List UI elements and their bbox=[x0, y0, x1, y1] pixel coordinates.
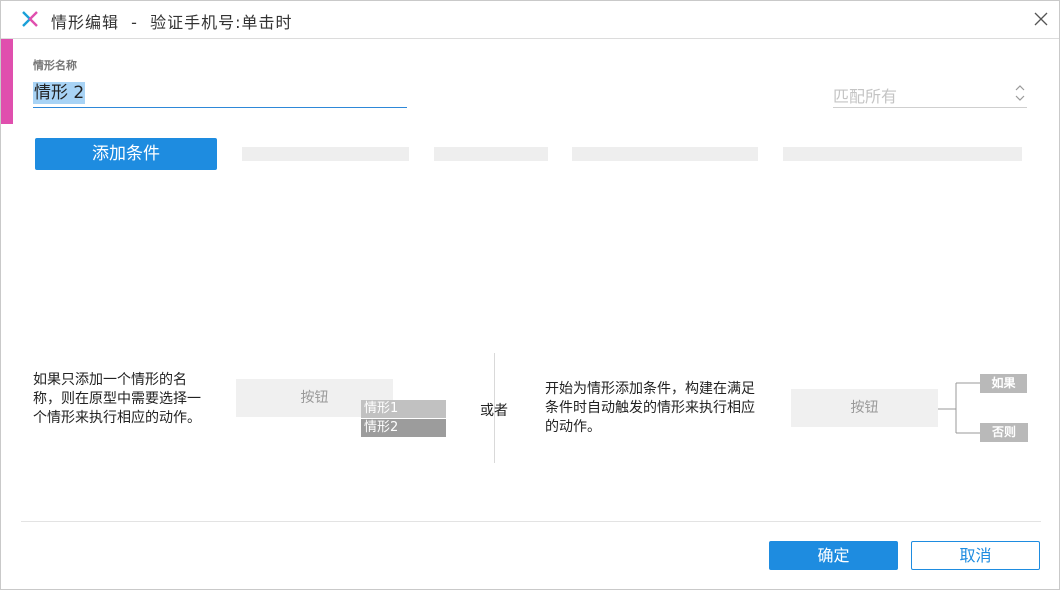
condition-placeholder bbox=[572, 147, 758, 161]
condition-placeholder bbox=[242, 147, 409, 161]
add-condition-button[interactable]: 添加条件 bbox=[35, 138, 217, 170]
condition-placeholder bbox=[783, 147, 1022, 161]
if-tag: 如果 bbox=[980, 374, 1027, 393]
title-bar: 情形编辑 - 验证手机号:单击时 bbox=[1, 1, 1059, 39]
footer-divider bbox=[21, 521, 1041, 522]
or-label: 或者 bbox=[480, 403, 508, 419]
ok-button[interactable]: 确定 bbox=[769, 541, 898, 570]
close-icon[interactable] bbox=[1031, 9, 1051, 29]
match-mode-select[interactable]: 匹配所有 bbox=[833, 81, 1027, 108]
demo-button: 按钮 bbox=[791, 389, 938, 427]
help-text-conditions: 开始为情形添加条件，构建在满足条件时自动触发的情形来执行相应的动作。 bbox=[545, 381, 755, 435]
case-name-input[interactable]: 情形 2 bbox=[33, 81, 407, 108]
case-name-value[interactable]: 情形 2 bbox=[33, 82, 86, 104]
case-editor-dialog: 情形编辑 - 验证手机号:单击时 情形名称 情形 2 匹配所有 添加条件 如果只… bbox=[0, 0, 1060, 590]
window-title: 情形编辑 - 验证手机号:单击时 bbox=[51, 13, 293, 32]
condition-placeholder bbox=[434, 147, 548, 161]
cancel-button[interactable]: 取消 bbox=[911, 541, 1040, 570]
demo-case-option: 情形2 bbox=[361, 419, 446, 437]
case-name-label: 情形名称 bbox=[33, 59, 77, 72]
accent-bar bbox=[1, 39, 13, 124]
help-text-single-case: 如果只添加一个情形的名称，则在原型中需要选择一个情形来执行相应的动作。 bbox=[33, 372, 201, 426]
chevron-updown-icon bbox=[1015, 85, 1025, 101]
match-mode-value: 匹配所有 bbox=[833, 87, 898, 106]
demo-case-option: 情形1 bbox=[361, 400, 446, 418]
app-logo-icon bbox=[22, 11, 38, 27]
else-tag: 否则 bbox=[980, 423, 1028, 442]
